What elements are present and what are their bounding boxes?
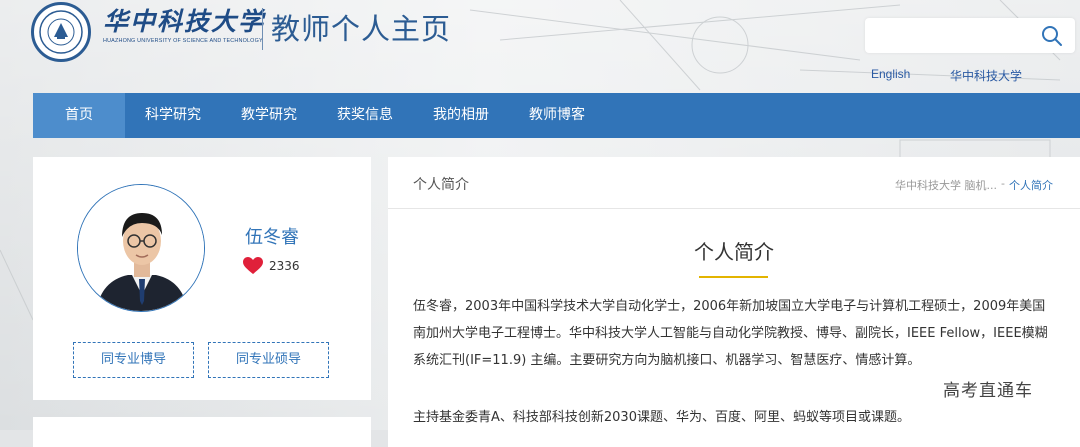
bio-paragraph-2: 主持基金委青A、科技部科技创新2030课题、华为、百度、阿里、蚂蚁等项目或课题。 <box>413 410 910 425</box>
nav-album[interactable]: 我的相册 <box>413 93 509 138</box>
search-input[interactable] <box>873 25 1037 47</box>
nav-research[interactable]: 科学研究 <box>125 93 221 138</box>
second-card <box>33 417 371 447</box>
breadcrumb-current[interactable]: 个人简介 <box>1009 177 1053 193</box>
school-name-cn: 华中科技大学 <box>103 7 266 36</box>
section-underline <box>699 276 768 278</box>
search-box <box>865 18 1075 53</box>
nav-teaching[interactable]: 教学研究 <box>221 93 317 138</box>
school-name-en: HUAZHONG UNIVERSITY OF SCIENCE AND TECHN… <box>103 38 263 44</box>
profile-name[interactable]: 伍冬睿 <box>245 223 299 249</box>
avatar <box>77 184 205 312</box>
breadcrumb-separator: - <box>1001 177 1005 190</box>
likes-counter[interactable]: 2336 <box>243 257 300 275</box>
likes-count: 2336 <box>269 259 300 273</box>
university-link[interactable]: 华中科技大学 <box>950 67 1022 84</box>
breadcrumb-parent[interactable]: 华中科技大学 脑机... <box>895 177 997 193</box>
english-link[interactable]: English <box>871 67 910 81</box>
bio-paragraph-1: 伍冬睿，2003年中国科学技术大学自动化学士，2006年新加坡国立大学电子与计算… <box>413 299 1048 368</box>
search-icon[interactable] <box>1041 25 1063 47</box>
nav-awards[interactable]: 获奖信息 <box>317 93 413 138</box>
university-seal-icon <box>39 10 83 54</box>
breadcrumb: 华中科技大学 脑机... - 个人简介 <box>895 177 1053 193</box>
section-title: 个人简介 <box>694 240 774 264</box>
header-divider <box>262 8 263 50</box>
same-major-master-advisor-button[interactable]: 同专业硕导 <box>208 342 329 378</box>
same-major-phd-advisor-button[interactable]: 同专业博导 <box>73 342 194 378</box>
portrait-image <box>78 185 204 311</box>
main-nav: 首页 科学研究 教学研究 获奖信息 我的相册 教师博客 <box>33 93 1080 138</box>
nav-blog[interactable]: 教师博客 <box>509 93 605 138</box>
university-logo[interactable] <box>31 2 91 62</box>
nav-home[interactable]: 首页 <box>33 93 125 138</box>
site-title: 教师个人主页 <box>271 12 452 46</box>
panel-title: 个人简介 <box>413 177 469 193</box>
heart-icon[interactable] <box>243 257 263 275</box>
watermark-text: 高考直通车 <box>943 381 1033 401</box>
